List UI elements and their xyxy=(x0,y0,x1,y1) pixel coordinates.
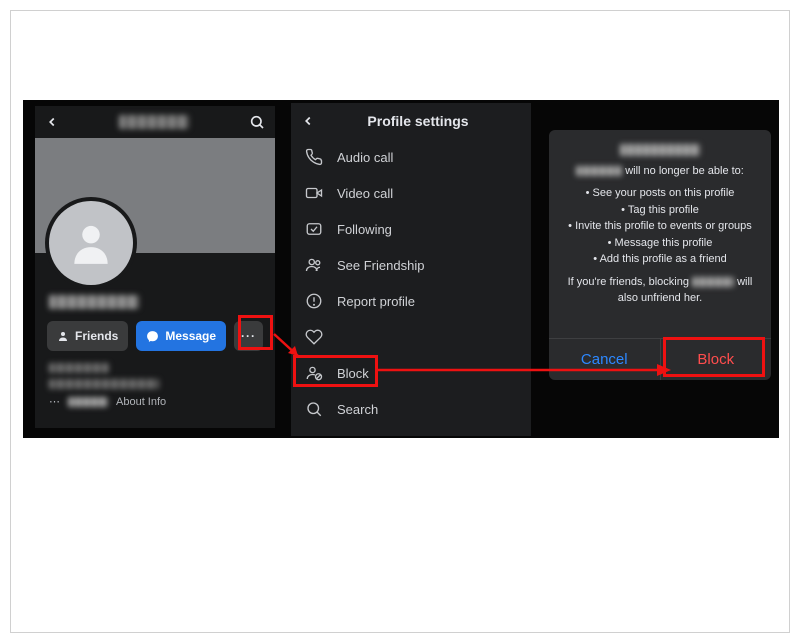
more-button[interactable]: ··· xyxy=(234,321,263,351)
redacted-inline xyxy=(576,166,622,176)
person-icon xyxy=(66,218,116,268)
video-icon xyxy=(305,184,323,202)
tutorial-canvas: Friends Message ··· ⋯ About Info Profile… xyxy=(23,100,779,438)
search-icon xyxy=(305,400,323,418)
about-info-label: About Info xyxy=(116,396,166,408)
dialog-line1: will no longer be able to: xyxy=(559,163,761,180)
bullet-item: • Tag this profile xyxy=(559,202,761,219)
bullet-item: • Invite this profile to events or group… xyxy=(559,218,761,235)
heart-icon xyxy=(305,328,323,346)
report-icon xyxy=(305,292,323,310)
about-row[interactable]: ⋯ About Info xyxy=(49,395,261,408)
cover-photo xyxy=(35,138,275,253)
messenger-icon xyxy=(146,330,159,343)
dialog-bullets: • See your posts on this profile • Tag t… xyxy=(559,185,761,268)
option-label: Search xyxy=(337,402,378,417)
more-icon: ··· xyxy=(241,329,256,343)
option-search[interactable]: Search xyxy=(291,391,531,427)
block-button[interactable]: Block xyxy=(661,339,772,380)
option-following[interactable]: Following xyxy=(291,211,531,247)
phone-icon xyxy=(305,148,323,166)
friends-button[interactable]: Friends xyxy=(47,321,128,351)
cancel-button[interactable]: Cancel xyxy=(549,339,661,380)
option-label: Block xyxy=(337,366,369,381)
block-person-icon xyxy=(305,364,323,382)
search-icon[interactable] xyxy=(249,114,265,130)
avatar xyxy=(45,197,137,289)
dialog-line2: If you're friends, blocking will also un… xyxy=(559,274,761,307)
block-confirm-dialog: will no longer be able to: • See your po… xyxy=(549,130,771,380)
redacted-inline xyxy=(68,397,108,407)
redacted-name xyxy=(119,115,189,129)
redacted-line xyxy=(49,363,109,373)
people-icon xyxy=(305,256,323,274)
option-video-call[interactable]: Video call xyxy=(291,175,531,211)
back-icon[interactable] xyxy=(45,115,59,129)
option-audio-call[interactable]: Audio call xyxy=(291,139,531,175)
dialog-body: will no longer be able to: • See your po… xyxy=(549,130,771,338)
profile-header xyxy=(35,106,275,138)
option-label: Report profile xyxy=(337,294,415,309)
option-label: Video call xyxy=(337,186,393,201)
option-report-profile[interactable]: Report profile xyxy=(291,283,531,319)
redacted-inline xyxy=(692,277,734,287)
option-block[interactable]: Block xyxy=(291,355,531,391)
settings-header: Profile settings xyxy=(291,103,531,139)
dots-icon: ⋯ xyxy=(49,395,60,408)
redacted-profile-name xyxy=(49,295,139,309)
profile-action-row: Friends Message ··· xyxy=(35,309,275,357)
settings-title: Profile settings xyxy=(345,113,491,129)
option-label: Following xyxy=(337,222,392,237)
redacted-line xyxy=(49,379,159,389)
option-see-friendship[interactable]: See Friendship xyxy=(291,247,531,283)
option-label: Audio call xyxy=(337,150,393,165)
bullet-item: • Message this profile xyxy=(559,235,761,252)
redacted-inline xyxy=(620,144,700,156)
profile-details: ⋯ About Info xyxy=(35,357,275,414)
friends-icon xyxy=(57,330,69,342)
bullet-item: • See your posts on this profile xyxy=(559,185,761,202)
dialog-buttons: Cancel Block xyxy=(549,338,771,380)
message-button[interactable]: Message xyxy=(136,321,226,351)
profile-screen: Friends Message ··· ⋯ About Info xyxy=(35,106,275,428)
message-label: Message xyxy=(165,329,216,343)
bullet-item: • Add this profile as a friend xyxy=(559,251,761,268)
option-label: See Friendship xyxy=(337,258,424,273)
back-icon[interactable] xyxy=(301,114,315,128)
friends-label: Friends xyxy=(75,329,118,343)
profile-settings-screen: Profile settings Audio call Video call F… xyxy=(291,103,531,436)
check-icon xyxy=(305,220,323,238)
option-favorite[interactable] xyxy=(291,319,531,355)
